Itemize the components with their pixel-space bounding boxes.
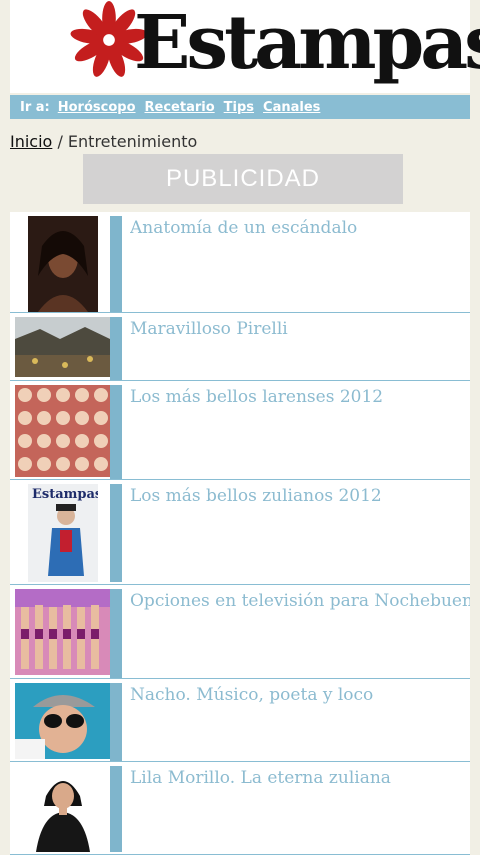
article-item[interactable]: Los más bellos larenses 2012: [10, 381, 470, 480]
accent-bar: [110, 484, 122, 582]
article-title[interactable]: Lila Morillo. La eterna zuliana: [130, 768, 470, 788]
article-title[interactable]: Maravilloso Pirelli: [130, 319, 470, 339]
article-thumbnail[interactable]: [15, 589, 110, 675]
breadcrumb-home-link[interactable]: Inicio: [10, 132, 52, 151]
nav-link-horoscopo[interactable]: Horóscopo: [58, 100, 136, 115]
article-thumbnail[interactable]: Estampas: [28, 484, 98, 582]
article-thumbnail[interactable]: [15, 683, 110, 759]
breadcrumb: Inicio / Entretenimiento: [10, 132, 197, 151]
accent-bar: [110, 317, 122, 380]
article-thumbnail[interactable]: [28, 216, 98, 312]
accent-bar: [110, 766, 122, 852]
nav-link-canales[interactable]: Canales: [263, 100, 320, 115]
accent-bar: [110, 385, 122, 479]
article-item[interactable]: Maravilloso Pirelli: [10, 313, 470, 381]
accent-bar: [110, 589, 122, 678]
article-item[interactable]: Anatomía de un escándalo: [10, 212, 470, 313]
accent-bar: [110, 216, 122, 312]
article-title[interactable]: Los más bellos zulianos 2012: [130, 486, 470, 506]
breadcrumb-current: Entretenimiento: [67, 132, 198, 151]
ad-banner[interactable]: PUBLICIDAD: [83, 154, 403, 204]
breadcrumb-separator: /: [57, 132, 63, 151]
article-title[interactable]: Opciones en televisión para Nochebuena: [130, 591, 470, 611]
article-item[interactable]: Opciones en televisión para Nochebuena: [10, 585, 470, 679]
article-item[interactable]: Nacho. Músico, poeta y loco: [10, 679, 470, 762]
nav-link-tips[interactable]: Tips: [224, 100, 254, 115]
nav-bar: Ir a: Horóscopo Recetario Tips Canales: [10, 95, 470, 119]
article-title[interactable]: Los más bellos larenses 2012: [130, 387, 470, 407]
svg-text:Estampas: Estampas: [32, 487, 98, 502]
article-item[interactable]: Estampas Los más bellos zulianos 2012: [10, 480, 470, 585]
article-item[interactable]: Lila Morillo. La eterna zuliana: [10, 762, 470, 855]
page: Estampas Ir a: Horóscopo Recetario Tips …: [10, 0, 480, 855]
accent-bar: [110, 683, 122, 761]
nav-link-recetario[interactable]: Recetario: [145, 100, 215, 115]
article-thumbnail[interactable]: [15, 317, 110, 377]
nav-label: Ir a:: [20, 99, 50, 115]
site-logo[interactable]: Estampas: [134, 0, 480, 88]
article-thumbnail[interactable]: [28, 766, 98, 852]
article-list: Anatomía de un escándalo Maravilloso Pir…: [10, 212, 470, 855]
header: Estampas: [10, 0, 480, 93]
article-thumbnail[interactable]: [15, 385, 110, 477]
article-title[interactable]: Anatomía de un escándalo: [130, 218, 470, 238]
article-title[interactable]: Nacho. Músico, poeta y loco: [130, 685, 470, 705]
